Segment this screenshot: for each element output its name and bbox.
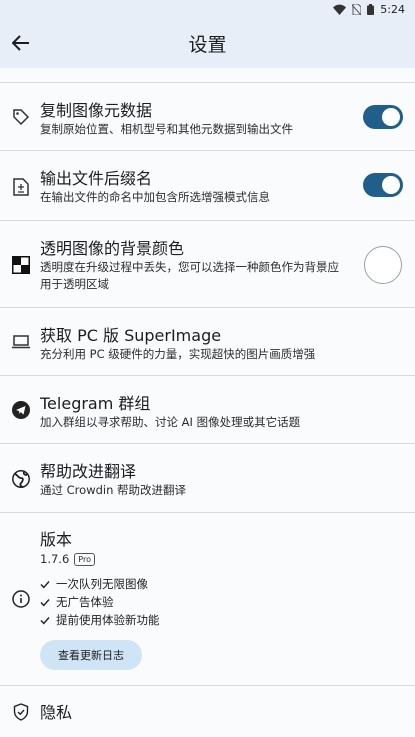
feature-item: 无广告体验 — [40, 594, 114, 610]
settings-item-telegram[interactable]: Telegram 群组 加入群组以寻求帮助、讨论 AI 图像处理或其它话题 — [0, 376, 415, 444]
no-sim-icon — [352, 3, 362, 15]
file-diff-icon — [12, 178, 30, 196]
item-title: 透明图像的背景颜色 — [40, 239, 185, 258]
toggle-knob — [382, 176, 400, 194]
settings-item-translation[interactable]: 帮助改进翻译 通过 Crowdin 帮助改进翻译 — [0, 444, 415, 513]
item-title: 复制图像元数据 — [40, 101, 153, 120]
status-bar: 5:24 — [0, 0, 415, 18]
check-icon — [40, 598, 50, 607]
copy-metadata-toggle[interactable] — [363, 105, 403, 129]
clock: 5:24 — [380, 2, 405, 16]
check-icon — [40, 616, 50, 625]
back-button[interactable] — [10, 32, 32, 54]
wifi-icon — [333, 4, 347, 15]
feature-item: 一次队列无限图像 — [40, 576, 148, 592]
checkerboard-icon — [12, 256, 30, 274]
item-title: Telegram 群组 — [40, 394, 151, 413]
settings-item-transparent-bg[interactable]: 透明图像的背景颜色 透明度在升级过程中丢失，您可以选择一种颜色作为背景应用于透明… — [0, 221, 415, 308]
item-title: 输出文件后缀名 — [40, 169, 153, 188]
feature-text: 提前使用体验新功能 — [56, 613, 160, 627]
settings-item-get-pc[interactable]: 获取 PC 版 SuperImage 充分利用 PC 级硬件的力量，实现超快的图… — [0, 308, 415, 376]
telegram-icon — [12, 401, 30, 419]
feature-item: 提前使用体验新功能 — [40, 612, 160, 628]
settings-item-privacy[interactable]: 隐私 — [0, 686, 415, 737]
item-description: 复制原始位置、相机型号和其他元数据到输出文件 — [40, 122, 293, 136]
item-description: 通过 Crowdin 帮助改进翻译 — [40, 483, 187, 497]
privacy-title: 隐私 — [40, 703, 73, 722]
output-suffix-toggle[interactable] — [363, 173, 403, 197]
item-description: 透明度在升级过程中丢失，您可以选择一种颜色作为背景应用于透明区域 — [40, 260, 339, 291]
settings-item-partial — [0, 68, 415, 83]
version-line: 1.7.6 Pro — [40, 551, 345, 568]
item-title: 获取 PC 版 SuperImage — [40, 326, 222, 345]
item-description: 充分利用 PC 级硬件的力量，实现超快的图片画质增强 — [40, 347, 316, 361]
check-icon — [40, 580, 50, 589]
shield-icon — [12, 703, 30, 721]
feature-text: 一次队列无限图像 — [56, 577, 148, 591]
settings-list[interactable]: 复制图像元数据 复制原始位置、相机型号和其他元数据到输出文件 输出文件后缀名 在… — [0, 68, 415, 737]
arrow-back-icon — [12, 35, 29, 51]
pro-badge: Pro — [74, 553, 95, 566]
settings-item-copy-metadata[interactable]: 复制图像元数据 复制原始位置、相机型号和其他元数据到输出文件 — [0, 83, 415, 151]
laptop-icon — [12, 333, 30, 351]
settings-item-output-suffix[interactable]: 输出文件后缀名 在输出文件的命名中加包含所选增强模式信息 — [0, 151, 415, 221]
info-icon — [12, 590, 30, 608]
feature-text: 无广告体验 — [56, 595, 114, 609]
battery-icon — [367, 3, 375, 15]
version-section: 版本 1.7.6 Pro 一次队列无限图像 无广告体验 提前使用体验新功能 查看更… — [0, 513, 415, 686]
globe-icon — [12, 470, 30, 488]
item-description: 加入群组以寻求帮助、讨论 AI 图像处理或其它话题 — [40, 415, 301, 429]
background-color-picker[interactable] — [364, 246, 402, 284]
version-number: 1.7.6 — [40, 552, 70, 566]
version-title: 版本 — [40, 530, 73, 549]
app-bar: 设置 — [0, 18, 415, 68]
page-title: 设置 — [188, 33, 227, 56]
item-description: 在输出文件的命名中加包含所选增强模式信息 — [40, 190, 270, 204]
item-title: 帮助改进翻译 — [40, 462, 137, 481]
tag-icon — [12, 108, 30, 126]
changelog-button[interactable]: 查看更新日志 — [40, 640, 142, 670]
toggle-knob — [382, 108, 400, 126]
